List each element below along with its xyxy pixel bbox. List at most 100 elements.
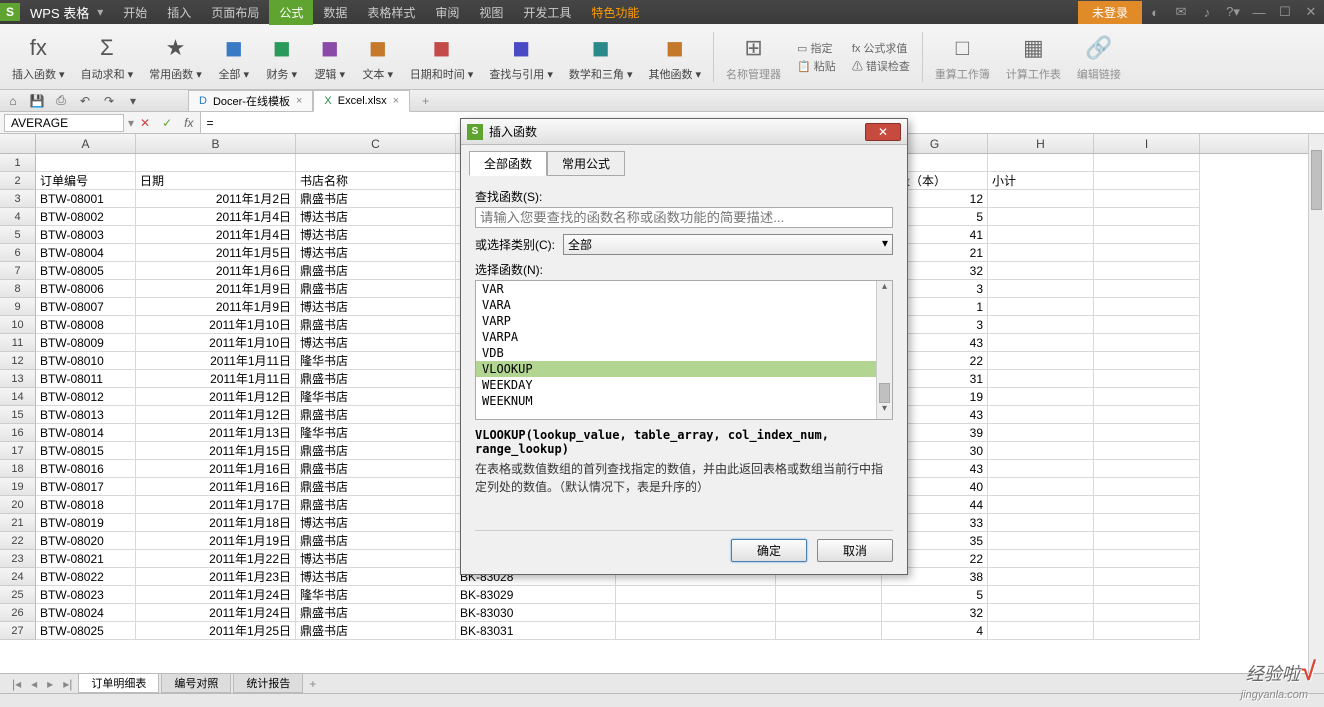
skin-icon[interactable]: ◐ [1142, 5, 1168, 20]
cell[interactable] [1094, 370, 1200, 388]
add-tab-icon[interactable]: + [422, 94, 429, 108]
cell[interactable] [988, 244, 1094, 262]
cell[interactable] [1094, 442, 1200, 460]
cell[interactable]: 2011年1月11日 [136, 370, 296, 388]
ribbon-查找与引用[interactable]: ◼查找与引用 ▾ [481, 30, 561, 84]
cell[interactable] [988, 604, 1094, 622]
menu-5[interactable]: 表格样式 [357, 0, 425, 25]
ribbon-逻辑[interactable]: ◼逻辑 ▾ [306, 30, 354, 84]
cell[interactable]: BTW-08016 [36, 460, 136, 478]
cell[interactable] [36, 154, 136, 172]
scroll-up-icon[interactable]: ▴ [877, 281, 892, 297]
cell[interactable]: 博达书店 [296, 226, 456, 244]
row-head[interactable]: 8 [0, 280, 36, 298]
row-head[interactable]: 3 [0, 190, 36, 208]
cell[interactable]: 书店名称 [296, 172, 456, 190]
cell[interactable]: BTW-08002 [36, 208, 136, 226]
redo-icon[interactable]: ↷ [100, 94, 118, 108]
cell[interactable] [1094, 604, 1200, 622]
cell[interactable]: BTW-08007 [36, 298, 136, 316]
cell[interactable]: 2011年1月12日 [136, 388, 296, 406]
name-box[interactable]: AVERAGE [4, 114, 124, 132]
function-item[interactable]: VDB [476, 345, 892, 361]
cell[interactable]: BTW-08014 [36, 424, 136, 442]
cell[interactable] [988, 388, 1094, 406]
cell[interactable] [616, 586, 776, 604]
cell[interactable]: 鼎盛书店 [296, 316, 456, 334]
cell[interactable]: BK-83029 [456, 586, 616, 604]
cell[interactable]: 鼎盛书店 [296, 370, 456, 388]
cell[interactable]: 2011年1月22日 [136, 550, 296, 568]
row-head[interactable]: 26 [0, 604, 36, 622]
ok-button[interactable]: 确定 [731, 539, 807, 562]
menu-3[interactable]: 公式 [269, 0, 313, 25]
row-head[interactable]: 23 [0, 550, 36, 568]
cell[interactable] [988, 568, 1094, 586]
sheet-tab-2[interactable]: 统计报告 [233, 674, 303, 693]
row-head[interactable]: 19 [0, 478, 36, 496]
cell[interactable]: 2011年1月18日 [136, 514, 296, 532]
cell[interactable] [988, 532, 1094, 550]
cell[interactable]: 订单编号 [36, 172, 136, 190]
ribbon-文本[interactable]: ◼文本 ▾ [354, 30, 402, 84]
cell[interactable]: 鼎盛书店 [296, 442, 456, 460]
cell[interactable]: 2011年1月6日 [136, 262, 296, 280]
maximize-icon[interactable]: ☐ [1272, 4, 1298, 20]
col-head-C[interactable]: C [296, 134, 456, 153]
function-item[interactable]: WEEKNUM [476, 393, 892, 409]
function-item[interactable]: VARPA [476, 329, 892, 345]
cell[interactable]: 鼎盛书店 [296, 280, 456, 298]
notify-icon[interactable]: ♪ [1194, 5, 1220, 20]
close-icon[interactable]: ✕ [1298, 4, 1324, 20]
function-item[interactable]: WEEKDAY [476, 377, 892, 393]
cell[interactable]: BTW-08001 [36, 190, 136, 208]
dialog-titlebar[interactable]: S 插入函数 ✕ [461, 119, 907, 145]
cell[interactable]: BTW-08019 [36, 514, 136, 532]
row-head[interactable]: 16 [0, 424, 36, 442]
menu-8[interactable]: 开发工具 [513, 0, 581, 25]
row-head[interactable]: 25 [0, 586, 36, 604]
menu-0[interactable]: 开始 [113, 0, 157, 25]
cell[interactable] [988, 424, 1094, 442]
cell[interactable] [988, 190, 1094, 208]
row-head[interactable]: 4 [0, 208, 36, 226]
cell[interactable] [776, 622, 882, 640]
cell[interactable] [988, 406, 1094, 424]
row-head[interactable]: 2 [0, 172, 36, 190]
row-head[interactable]: 1 [0, 154, 36, 172]
row-head[interactable]: 11 [0, 334, 36, 352]
cell[interactable]: 鼎盛书店 [296, 478, 456, 496]
cell[interactable] [1094, 406, 1200, 424]
cell[interactable] [988, 622, 1094, 640]
row-head[interactable]: 6 [0, 244, 36, 262]
cell[interactable]: BTW-08022 [36, 568, 136, 586]
cell[interactable] [616, 604, 776, 622]
cell[interactable]: 2011年1月9日 [136, 298, 296, 316]
search-input[interactable] [475, 207, 893, 228]
cell[interactable]: 2011年1月17日 [136, 496, 296, 514]
cell[interactable]: 2011年1月16日 [136, 460, 296, 478]
cell[interactable]: BTW-08003 [36, 226, 136, 244]
cell[interactable] [1094, 550, 1200, 568]
cell[interactable] [988, 154, 1094, 172]
row-head[interactable]: 9 [0, 298, 36, 316]
cell[interactable] [988, 460, 1094, 478]
cell[interactable]: 2011年1月23日 [136, 568, 296, 586]
cell[interactable]: 2011年1月10日 [136, 316, 296, 334]
cell[interactable]: BTW-08017 [36, 478, 136, 496]
col-head-I[interactable]: I [1094, 134, 1200, 153]
cell[interactable] [1094, 226, 1200, 244]
cell[interactable]: 2011年1月19日 [136, 532, 296, 550]
function-item[interactable]: VARP [476, 313, 892, 329]
cell[interactable] [1094, 496, 1200, 514]
row-head[interactable]: 21 [0, 514, 36, 532]
tab-close-icon[interactable]: × [393, 95, 399, 107]
ribbon-日期和时间[interactable]: ◼日期和时间 ▾ [402, 30, 482, 84]
cell[interactable]: 鼎盛书店 [296, 496, 456, 514]
cell[interactable]: BTW-08005 [36, 262, 136, 280]
cell[interactable] [1094, 622, 1200, 640]
cell[interactable]: BTW-08025 [36, 622, 136, 640]
cell[interactable] [988, 316, 1094, 334]
cell[interactable]: 鼎盛书店 [296, 262, 456, 280]
cell[interactable]: 2011年1月24日 [136, 604, 296, 622]
